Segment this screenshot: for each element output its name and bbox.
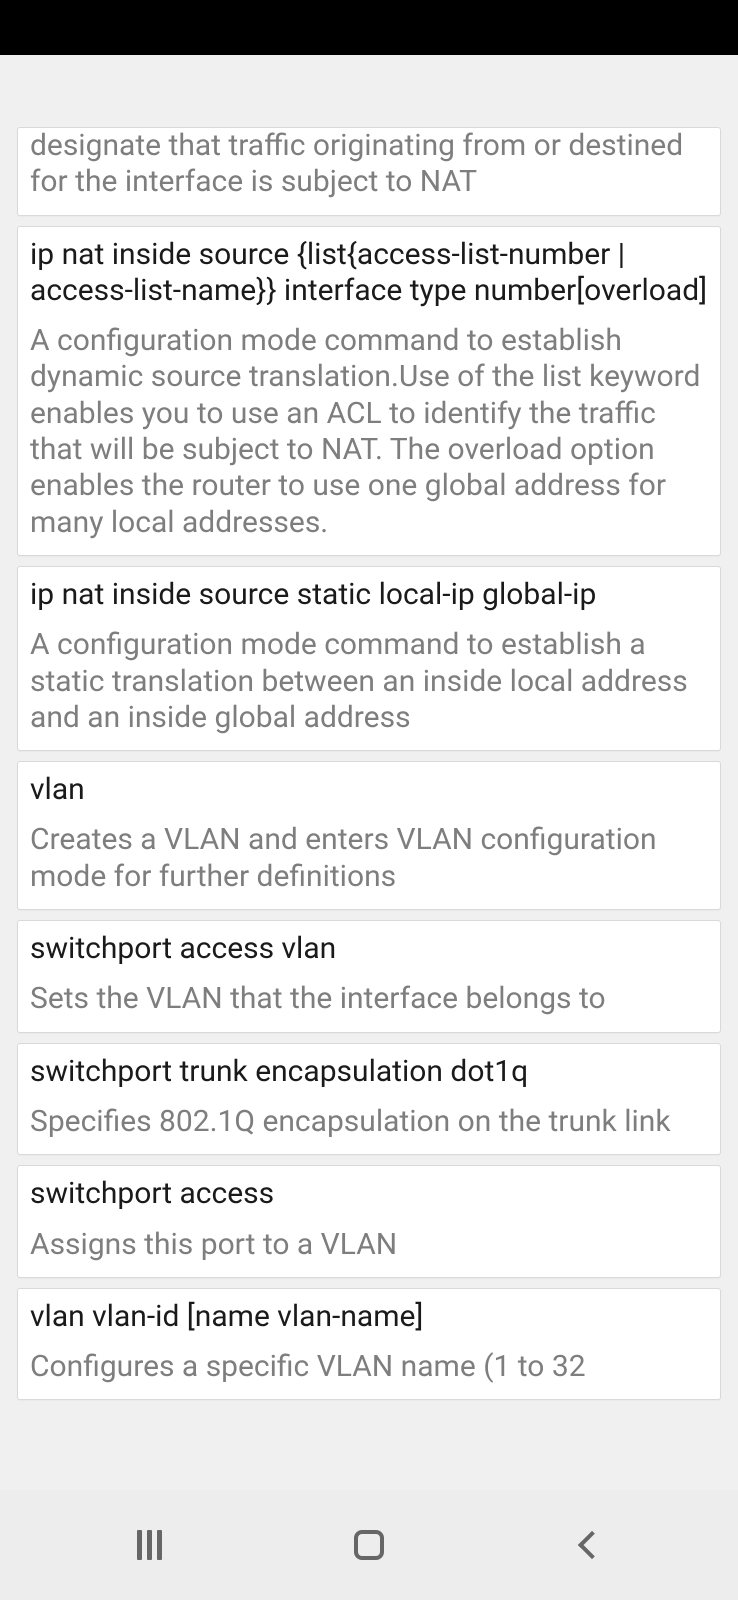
home-icon — [354, 1530, 384, 1560]
command-description: A configuration mode command to establis… — [30, 323, 708, 541]
command-title: switchport access — [30, 1176, 708, 1212]
recents-icon — [137, 1530, 162, 1560]
navigation-bar — [0, 1490, 738, 1600]
command-description: Creates a VLAN and enters VLAN configura… — [30, 822, 708, 895]
command-card[interactable]: ip nat inside source {list{access-list-n… — [17, 226, 721, 556]
status-bar — [0, 0, 738, 55]
command-title: vlan vlan-id [name vlan-name] — [30, 1299, 708, 1335]
command-description: Configures a specific VLAN name (1 to 32 — [30, 1349, 708, 1385]
back-icon — [578, 1531, 606, 1559]
card-list: designate that traffic originating from … — [17, 55, 721, 1400]
command-description: Specifies 802.1Q encapsulation on the tr… — [30, 1104, 708, 1140]
command-card[interactable]: switchport access Assigns this port to a… — [17, 1165, 721, 1278]
command-description: Sets the VLAN that the interface belongs… — [30, 981, 708, 1017]
command-card[interactable]: designate that traffic originating from … — [17, 127, 721, 216]
command-description: Assigns this port to a VLAN — [30, 1227, 708, 1263]
recents-button[interactable] — [90, 1515, 210, 1575]
command-title: switchport trunk encapsulation dot1q — [30, 1054, 708, 1090]
command-title: ip nat inside source static local-ip glo… — [30, 577, 708, 613]
command-card[interactable]: switchport access vlan Sets the VLAN tha… — [17, 920, 721, 1033]
home-button[interactable] — [309, 1515, 429, 1575]
command-title: switchport access vlan — [30, 931, 708, 967]
command-card[interactable]: vlan vlan-id [name vlan-name] Configures… — [17, 1288, 721, 1401]
command-card[interactable]: ip nat inside source static local-ip glo… — [17, 566, 721, 751]
command-card[interactable]: vlan Creates a VLAN and enters VLAN conf… — [17, 761, 721, 910]
content-scroll-area[interactable]: designate that traffic originating from … — [0, 55, 738, 1490]
command-description: designate that traffic originating from … — [30, 128, 708, 201]
command-title: ip nat inside source {list{access-list-n… — [30, 237, 708, 310]
command-title: vlan — [30, 772, 708, 808]
command-card[interactable]: switchport trunk encapsulation dot1q Spe… — [17, 1043, 721, 1156]
back-button[interactable] — [528, 1515, 648, 1575]
command-description: A configuration mode command to establis… — [30, 627, 708, 736]
